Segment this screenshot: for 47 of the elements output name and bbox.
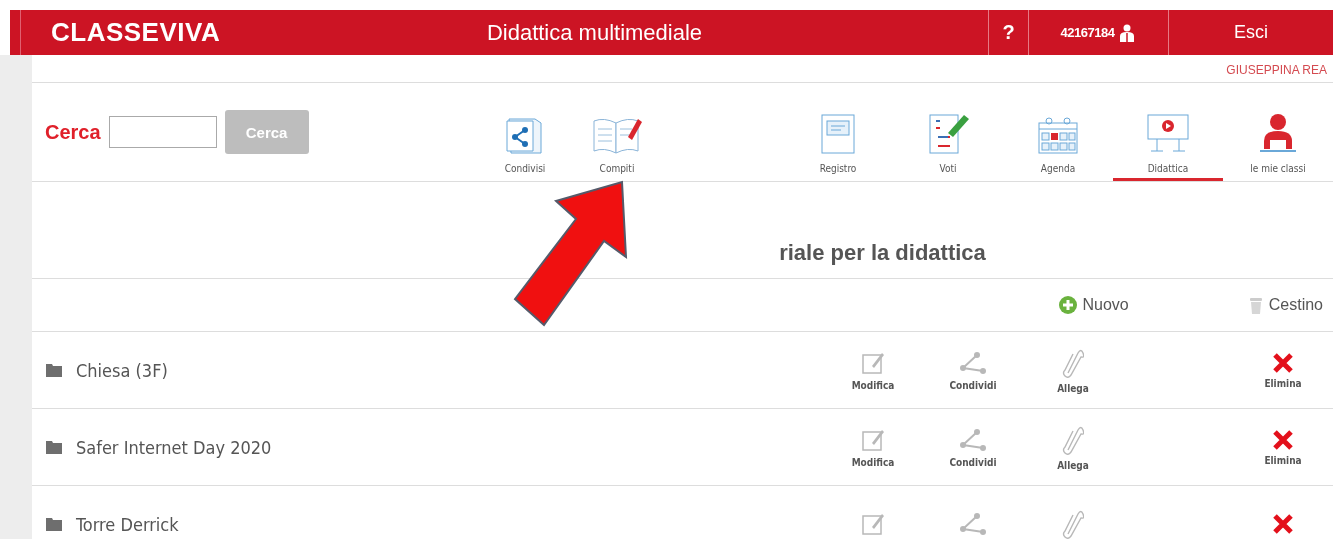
folder-name[interactable]: Chiesa (3F): [76, 359, 168, 381]
user-button[interactable]: 42167184: [1028, 10, 1168, 55]
folder-name[interactable]: Safer Internet Day 2020: [76, 436, 272, 458]
action-label[interactable]: Modifica: [851, 456, 895, 468]
share-icon[interactable]: [958, 426, 988, 453]
grades-sheet-icon: [926, 113, 970, 155]
user-icon: [1118, 23, 1137, 42]
share-icon[interactable]: [958, 349, 988, 376]
nav-tab[interactable]: le mie classi: [1223, 83, 1333, 181]
action-label[interactable]: Allega: [1057, 459, 1089, 471]
user-name: GIUSEPPINA REA: [1226, 55, 1333, 83]
page-title: Didattica multimediale: [485, 18, 704, 47]
paperclip-icon[interactable]: [1062, 508, 1084, 539]
trash-icon: [1248, 296, 1263, 314]
delete-icon[interactable]: [1272, 351, 1294, 374]
logo[interactable]: CLASSEVIVA: [51, 17, 221, 48]
edit-icon[interactable]: [860, 511, 886, 537]
action-label[interactable]: Condividi: [949, 456, 997, 468]
folder-icon: [46, 517, 62, 531]
nav-tab[interactable]: Condivisi: [479, 83, 571, 181]
nav-tab[interactable]: Compiti: [571, 83, 663, 181]
help-button[interactable]: ?: [988, 10, 1028, 55]
folder-name[interactable]: Torre Derrick: [76, 513, 179, 535]
folder-icon: [46, 440, 62, 454]
search-field[interactable]: [108, 116, 217, 148]
trash-button[interactable]: Cestino: [1248, 296, 1323, 314]
action-label[interactable]: Elimina: [1264, 454, 1302, 466]
new-button[interactable]: Nuovo: [1058, 296, 1129, 314]
folder-icon: [46, 363, 62, 377]
nav-tab[interactable]: Agenda: [1003, 83, 1113, 181]
plus-icon: [1058, 296, 1077, 314]
action-label[interactable]: Elimina: [1264, 377, 1302, 389]
logout-button[interactable]: Esci: [1168, 10, 1333, 55]
section-heading: riale per la didattica: [779, 240, 986, 266]
action-label[interactable]: Condividi: [949, 379, 997, 391]
nav-tab[interactable]: Didattica: [1113, 83, 1223, 181]
search-label: Cerca: [45, 120, 101, 144]
share-icon[interactable]: [958, 511, 988, 537]
delete-icon[interactable]: [1272, 513, 1294, 535]
action-label[interactable]: Allega: [1057, 382, 1089, 394]
nav-tab[interactable]: Voti: [893, 83, 1003, 181]
delete-icon[interactable]: [1272, 428, 1294, 451]
register-board-icon: [818, 113, 858, 155]
calendar-icon: [1036, 115, 1080, 155]
nav-tab[interactable]: Registro: [783, 83, 893, 181]
action-label[interactable]: Modifica: [851, 379, 895, 391]
video-board-icon: [1145, 113, 1191, 155]
